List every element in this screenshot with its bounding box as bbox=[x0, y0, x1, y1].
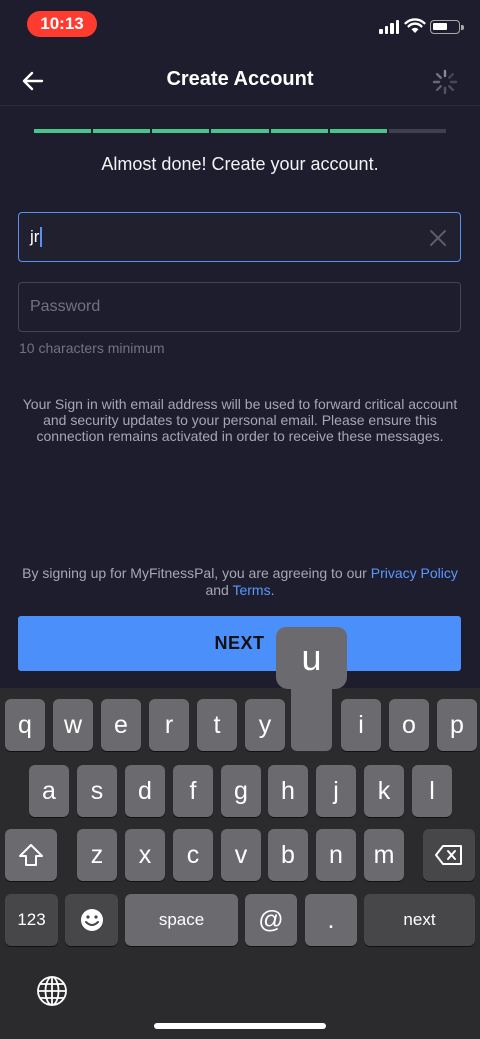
key-b[interactable]: b bbox=[268, 829, 308, 881]
key-q[interactable]: q bbox=[5, 699, 45, 751]
backspace-icon bbox=[435, 845, 462, 865]
progress-segment bbox=[34, 129, 92, 133]
at-key[interactable]: @ bbox=[245, 894, 297, 946]
key-x[interactable]: x bbox=[125, 829, 165, 881]
key-t[interactable]: t bbox=[197, 699, 237, 751]
progress-segment bbox=[270, 129, 328, 133]
status-time: 10:13 bbox=[27, 11, 97, 37]
shift-key[interactable] bbox=[5, 829, 57, 881]
key-w[interactable]: w bbox=[53, 699, 93, 751]
wifi-icon bbox=[404, 18, 426, 33]
dot-key[interactable]: . bbox=[305, 894, 357, 946]
key-c[interactable]: c bbox=[173, 829, 213, 881]
progress-segment bbox=[329, 129, 387, 133]
email-field-value: jr bbox=[30, 227, 43, 247]
progress-bar bbox=[34, 129, 446, 133]
clear-input-icon[interactable] bbox=[428, 228, 448, 248]
password-input[interactable] bbox=[19, 283, 460, 331]
key-popup: u bbox=[276, 627, 347, 751]
terms-link[interactable]: Terms bbox=[232, 582, 270, 598]
key-a[interactable]: a bbox=[29, 765, 69, 817]
progress-segment bbox=[93, 129, 151, 133]
home-indicator bbox=[154, 1023, 326, 1029]
key-l[interactable]: l bbox=[412, 765, 452, 817]
header: Create Account bbox=[0, 56, 480, 106]
globe-icon[interactable] bbox=[36, 975, 68, 1007]
key-p[interactable]: p bbox=[437, 699, 477, 751]
key-v[interactable]: v bbox=[221, 829, 261, 881]
terms-text: By signing up for MyFitnessPal, you are … bbox=[22, 565, 458, 598]
battery-icon bbox=[430, 20, 464, 34]
emoji-icon bbox=[80, 909, 103, 931]
spinner-icon bbox=[432, 69, 458, 95]
key-i[interactable]: i bbox=[341, 699, 381, 751]
password-field[interactable] bbox=[18, 282, 461, 332]
numbers-key[interactable]: 123 bbox=[5, 894, 58, 946]
password-hint: 10 characters minimum bbox=[19, 340, 165, 356]
cellular-signal-icon bbox=[379, 20, 399, 34]
text-caret bbox=[40, 227, 43, 247]
key-z[interactable]: z bbox=[77, 829, 117, 881]
progress-segment bbox=[211, 129, 269, 133]
key-j[interactable]: j bbox=[316, 765, 356, 817]
emoji-key[interactable] bbox=[65, 894, 118, 946]
progress-segment bbox=[152, 129, 210, 133]
subtitle: Almost done! Create your account. bbox=[101, 154, 379, 174]
key-g[interactable]: g bbox=[221, 765, 261, 817]
key-n[interactable]: n bbox=[316, 829, 356, 881]
key-r[interactable]: r bbox=[149, 699, 189, 751]
key-s[interactable]: s bbox=[77, 765, 117, 817]
progress-segment bbox=[388, 129, 446, 133]
key-h[interactable]: h bbox=[268, 765, 308, 817]
key-o[interactable]: o bbox=[389, 699, 429, 751]
key-k[interactable]: k bbox=[364, 765, 404, 817]
privacy-policy-link[interactable]: Privacy Policy bbox=[371, 565, 458, 581]
next-button[interactable]: NEXT bbox=[18, 616, 461, 671]
page-title: Create Account bbox=[166, 68, 314, 90]
email-field[interactable]: jr bbox=[18, 212, 461, 262]
key-d[interactable]: d bbox=[125, 765, 165, 817]
shift-icon bbox=[19, 844, 43, 866]
email-info-text: Your Sign in with email address will be … bbox=[22, 396, 458, 444]
backspace-key[interactable] bbox=[423, 829, 475, 881]
status-bar: 10:13 bbox=[0, 0, 480, 48]
space-key[interactable]: space bbox=[125, 894, 238, 946]
keyboard: q w e r t y i o p a s d f g h j k l z x c v b n m 123 space @. next bbox=[0, 688, 480, 1039]
key-e[interactable]: e bbox=[101, 699, 141, 751]
key-m[interactable]: m bbox=[364, 829, 404, 881]
next-key[interactable]: next bbox=[364, 894, 475, 946]
key-f[interactable]: f bbox=[173, 765, 213, 817]
